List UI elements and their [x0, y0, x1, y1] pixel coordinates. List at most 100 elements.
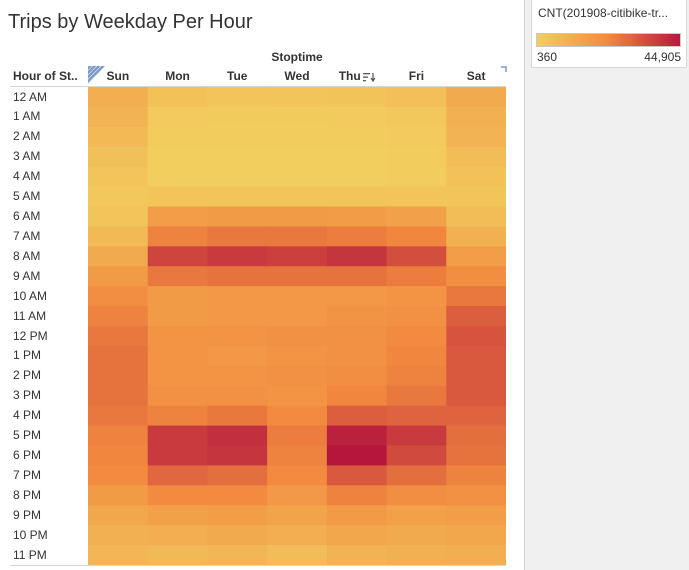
- row-label-9am[interactable]: 9 AM: [13, 266, 40, 286]
- heatmap-cell-3pm-mon[interactable]: [147, 385, 209, 407]
- heatmap-cell-1am-wed[interactable]: [267, 106, 328, 128]
- heatmap-cell-11am-sat[interactable]: [446, 306, 506, 327]
- heatmap-cell-9pm-sat[interactable]: [446, 505, 506, 526]
- column-group-label[interactable]: Stoptime: [88, 50, 506, 64]
- heatmap-cell-3am-wed[interactable]: [267, 146, 328, 168]
- heatmap-cell-8pm-fri[interactable]: [386, 485, 447, 506]
- heatmap-cell-7am-mon[interactable]: [147, 226, 209, 247]
- heatmap-cell-1pm-wed[interactable]: [267, 345, 328, 367]
- heatmap-cell-10pm-sun[interactable]: [88, 525, 149, 546]
- heatmap-cell-12am-fri[interactable]: [386, 87, 447, 108]
- heatmap-cell-6pm-tue[interactable]: [207, 445, 268, 467]
- heatmap-cell-1am-sun[interactable]: [88, 106, 149, 128]
- heatmap-cell-6pm-sat[interactable]: [446, 445, 506, 467]
- column-header-tue[interactable]: Tue: [207, 69, 267, 83]
- heatmap-cell-5pm-fri[interactable]: [386, 425, 447, 447]
- row-label-2pm[interactable]: 2 PM: [13, 365, 41, 385]
- row-label-8am[interactable]: 8 AM: [13, 246, 40, 266]
- heatmap-cell-5am-fri[interactable]: [386, 186, 447, 208]
- heatmap-cell-2pm-mon[interactable]: [147, 365, 209, 387]
- heatmap-cell-6pm-mon[interactable]: [147, 445, 209, 467]
- heatmap-cell-12pm-wed[interactable]: [267, 326, 328, 347]
- heatmap-cell-1pm-thu[interactable]: [326, 345, 388, 367]
- row-label-7am[interactable]: 7 AM: [13, 226, 40, 246]
- heatmap-cell-8pm-mon[interactable]: [147, 485, 209, 506]
- heatmap-cell-3am-thu[interactable]: [326, 146, 388, 168]
- heatmap-cell-9pm-mon[interactable]: [147, 505, 209, 526]
- heatmap-cell-9am-wed[interactable]: [267, 266, 328, 287]
- heatmap-cell-6pm-sun[interactable]: [88, 445, 149, 467]
- heatmap-cell-12pm-tue[interactable]: [207, 326, 268, 347]
- heatmap-cell-5pm-sun[interactable]: [88, 425, 149, 447]
- heatmap-cell-8pm-sat[interactable]: [446, 485, 506, 506]
- heatmap-cell-4am-sat[interactable]: [446, 166, 506, 188]
- heatmap-cell-7pm-tue[interactable]: [207, 465, 268, 486]
- heatmap-cell-8pm-tue[interactable]: [207, 485, 268, 506]
- heatmap-cell-4am-wed[interactable]: [267, 166, 328, 188]
- heatmap-cell-3am-mon[interactable]: [147, 146, 209, 168]
- heatmap-cell-5pm-tue[interactable]: [207, 425, 268, 447]
- row-label-6am[interactable]: 6 AM: [13, 206, 40, 226]
- heatmap-cell-12pm-fri[interactable]: [386, 326, 447, 347]
- heatmap-cell-1pm-fri[interactable]: [386, 345, 447, 367]
- heatmap-cell-7pm-thu[interactable]: [326, 465, 388, 486]
- heatmap-cell-7am-wed[interactable]: [267, 226, 328, 247]
- heatmap-cell-4am-fri[interactable]: [386, 166, 447, 188]
- heatmap-cell-11am-fri[interactable]: [386, 306, 447, 327]
- heatmap-cell-10am-wed[interactable]: [267, 286, 328, 307]
- heatmap-cell-9am-thu[interactable]: [326, 266, 388, 287]
- heatmap-cell-1pm-mon[interactable]: [147, 345, 209, 367]
- heatmap-cell-4am-thu[interactable]: [326, 166, 388, 188]
- heatmap-cell-6am-sat[interactable]: [446, 206, 506, 228]
- heatmap-cell-12am-wed[interactable]: [267, 87, 328, 108]
- row-label-8pm[interactable]: 8 PM: [13, 485, 41, 505]
- resize-handle-icon[interactable]: [501, 66, 507, 72]
- heatmap-cell-9am-mon[interactable]: [147, 266, 209, 287]
- row-label-11am[interactable]: 11 AM: [13, 306, 46, 326]
- heatmap-cell-3am-sun[interactable]: [88, 146, 149, 168]
- heatmap-cell-11am-wed[interactable]: [267, 306, 328, 327]
- row-label-6pm[interactable]: 6 PM: [13, 445, 41, 465]
- heatmap-cell-1pm-tue[interactable]: [207, 345, 268, 367]
- heatmap-cell-9pm-fri[interactable]: [386, 505, 447, 526]
- heatmap-cell-6pm-thu[interactable]: [326, 445, 388, 467]
- heatmap-cell-8am-mon[interactable]: [147, 246, 209, 267]
- heatmap-cell-3pm-tue[interactable]: [207, 385, 268, 407]
- heatmap-cell-5am-wed[interactable]: [267, 186, 328, 208]
- heatmap-cell-5am-tue[interactable]: [207, 186, 268, 208]
- heatmap-cell-2pm-sat[interactable]: [446, 365, 506, 387]
- row-label-1am[interactable]: 1 AM: [13, 106, 40, 126]
- heatmap-cell-10pm-tue[interactable]: [207, 525, 268, 546]
- heatmap-cell-7pm-wed[interactable]: [267, 465, 328, 486]
- heatmap-cell-8pm-sun[interactable]: [88, 485, 149, 506]
- heatmap-cell-6pm-fri[interactable]: [386, 445, 447, 467]
- heatmap-cell-4am-tue[interactable]: [207, 166, 268, 188]
- heatmap-cell-10am-sat[interactable]: [446, 286, 506, 307]
- heatmap-cell-7am-tue[interactable]: [207, 226, 268, 247]
- column-header-sun[interactable]: Sun: [88, 69, 148, 83]
- heatmap-cell-10am-fri[interactable]: [386, 286, 447, 307]
- column-header-wed[interactable]: Wed: [267, 69, 327, 83]
- heatmap-cell-12am-sun[interactable]: [88, 87, 149, 108]
- heatmap-cell-5pm-sat[interactable]: [446, 425, 506, 447]
- row-label-2am[interactable]: 2 AM: [13, 126, 40, 146]
- row-label-11pm[interactable]: 11 PM: [13, 545, 47, 565]
- row-label-10am[interactable]: 10 AM: [13, 286, 47, 306]
- heatmap-cell-9am-sun[interactable]: [88, 266, 149, 287]
- row-label-10pm[interactable]: 10 PM: [13, 525, 48, 545]
- heatmap-cell-4am-mon[interactable]: [147, 166, 209, 188]
- row-label-9pm[interactable]: 9 PM: [13, 505, 41, 525]
- heatmap-cell-4pm-tue[interactable]: [207, 405, 268, 427]
- heatmap-cell-5am-sat[interactable]: [446, 186, 506, 208]
- heatmap[interactable]: [88, 87, 506, 565]
- heatmap-cell-4am-sun[interactable]: [88, 166, 149, 188]
- heatmap-cell-7am-sun[interactable]: [88, 226, 149, 247]
- heatmap-cell-1am-sat[interactable]: [446, 106, 506, 128]
- column-header-fri[interactable]: Fri: [387, 69, 447, 83]
- heatmap-cell-10am-sun[interactable]: [88, 286, 149, 307]
- heatmap-cell-2pm-sun[interactable]: [88, 365, 149, 387]
- heatmap-cell-12am-tue[interactable]: [207, 87, 268, 108]
- heatmap-cell-11pm-thu[interactable]: [326, 545, 388, 565]
- heatmap-cell-7am-fri[interactable]: [386, 226, 447, 247]
- row-label-7pm[interactable]: 7 PM: [13, 465, 41, 485]
